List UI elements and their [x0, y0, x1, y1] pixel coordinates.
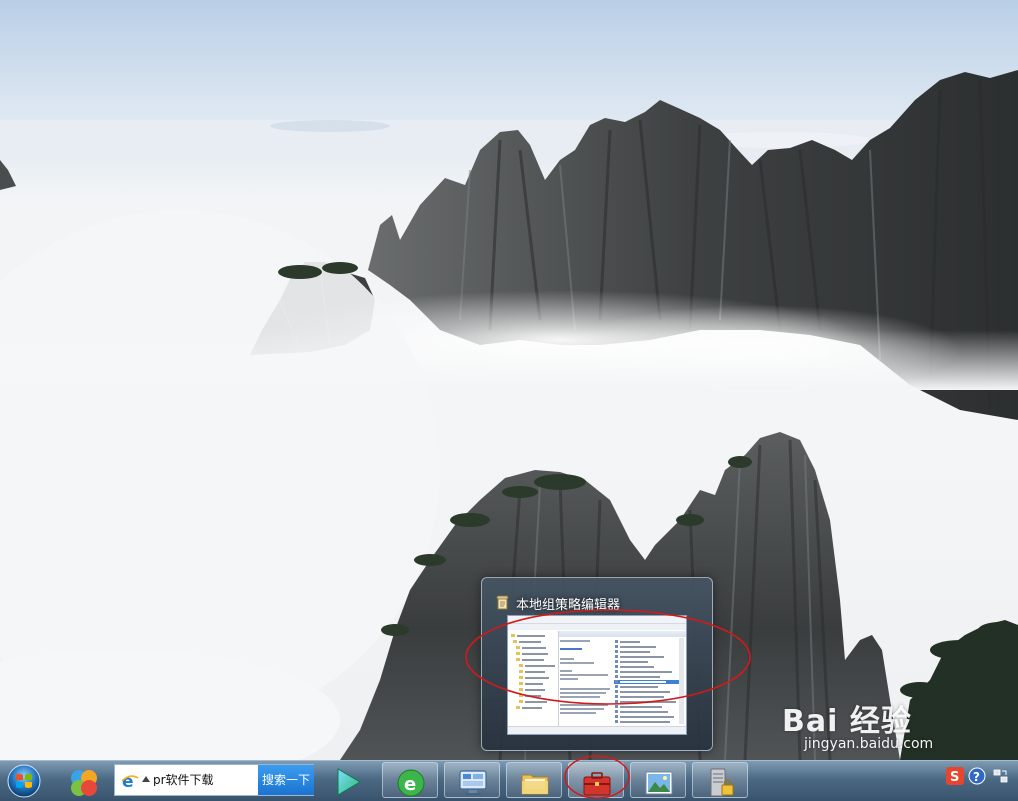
folder-icon — [521, 774, 549, 795]
svg-text:e: e — [404, 774, 416, 795]
help-icon[interactable]: ? — [968, 767, 986, 785]
baidu-jingyan-url: jingyan.baidu.com — [804, 736, 934, 752]
taskbar-360-security[interactable]: e — [382, 762, 438, 798]
svg-text:?: ? — [973, 770, 980, 784]
picture-icon — [645, 771, 673, 795]
play-icon — [337, 768, 361, 796]
thumb-statusbar — [508, 726, 686, 734]
refresh-e-icon: e — [397, 769, 425, 797]
thumb-menubar — [508, 616, 686, 624]
thumb-details-header — [559, 631, 686, 637]
taskbar-360-browser[interactable] — [56, 763, 112, 799]
search-engine-dropdown-icon[interactable] — [142, 776, 150, 782]
input-method-icon[interactable] — [992, 767, 1010, 785]
svg-text:e: e — [122, 772, 134, 790]
thumb-description-pane — [560, 638, 612, 724]
thumb-toolbar — [508, 624, 686, 630]
sogou-s-icon[interactable]: S — [946, 767, 964, 785]
taskbar-file-explorer[interactable] — [506, 762, 562, 798]
thumb-scrollbar — [679, 638, 684, 724]
baidu-jingyan-logo: Bai 经验 — [782, 704, 912, 739]
taskbar-thumbnail-preview[interactable]: 本地组策略编辑器 — [481, 577, 713, 751]
search-input[interactable] — [153, 772, 263, 786]
toolbox-icon — [583, 772, 611, 796]
taskbar-group-policy-editor[interactable] — [568, 762, 624, 798]
360-icon — [71, 770, 97, 796]
policy-scroll-icon — [496, 595, 509, 610]
preview-title-row: 本地组策略编辑器 — [496, 594, 621, 613]
svg-text:S: S — [950, 770, 959, 785]
taskbar-media-player[interactable] — [320, 762, 376, 798]
start-button[interactable] — [6, 763, 42, 799]
search-button[interactable]: 搜索一下 — [258, 765, 314, 795]
server-lock-icon — [710, 768, 734, 797]
thumb-settings-list — [614, 638, 684, 724]
taskbar-photo-viewer[interactable] — [630, 762, 686, 798]
preview-window-title: 本地组策略编辑器 — [516, 597, 621, 613]
taskbar-security-tool[interactable] — [692, 762, 748, 798]
preview-window-thumbnail[interactable] — [507, 615, 687, 735]
monitor-icon — [459, 770, 487, 795]
ie-icon: e — [121, 772, 139, 790]
taskbar-control-panel[interactable] — [444, 762, 500, 798]
thumb-tree-pane — [508, 631, 559, 726]
